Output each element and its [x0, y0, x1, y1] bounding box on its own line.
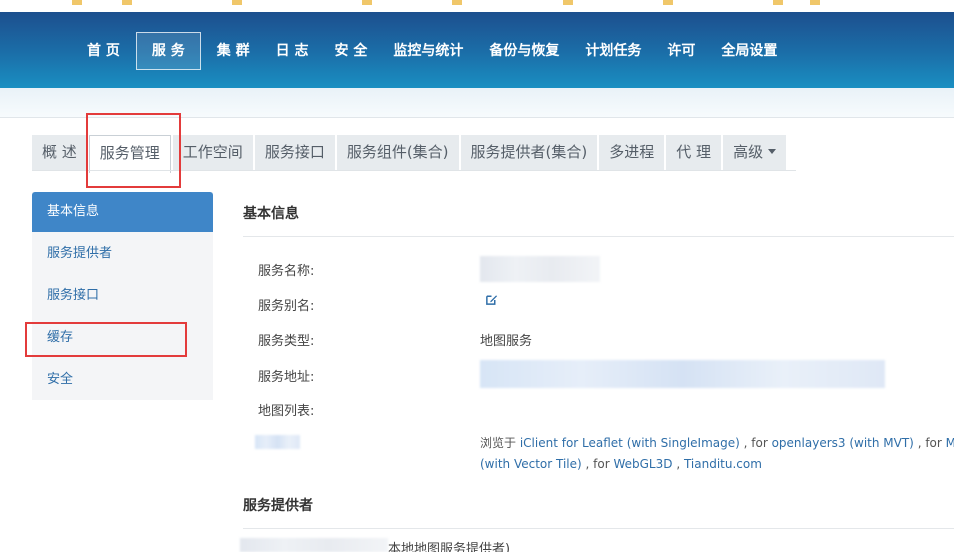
mapbox-link[interactable]: Mapb — [946, 436, 954, 450]
browse-separator: , for — [913, 436, 946, 450]
tab-service-components[interactable]: 服务组件(集合) — [336, 135, 459, 170]
nav-security[interactable]: 安 全 — [322, 32, 381, 70]
tab-service-management[interactable]: 服务管理 — [88, 135, 171, 173]
nav-logs[interactable]: 日 志 — [263, 32, 322, 70]
side-item-basic-info[interactable]: 基本信息 — [32, 192, 213, 232]
nav-services[interactable]: 服 务 — [135, 32, 201, 70]
tab-multi-process[interactable]: 多进程 — [599, 135, 665, 170]
service-address-label: 服务地址: — [258, 370, 315, 385]
service-address-value-redacted — [480, 360, 885, 388]
service-name-label: 服务名称: — [258, 264, 315, 279]
strip-mark — [122, 0, 132, 5]
tab-advanced[interactable]: 高级 — [723, 135, 787, 170]
tab-service-interface[interactable]: 服务接口 — [254, 135, 335, 170]
strip-mark — [563, 0, 573, 5]
nav-cluster[interactable]: 集 群 — [204, 32, 263, 70]
tab-workspace[interactable]: 工作空间 — [172, 135, 253, 170]
browse-prefix: 浏览于 — [480, 436, 520, 450]
leaflet-link[interactable]: iClient for Leaflet (with SingleImage) — [520, 436, 740, 450]
strip-mark — [72, 0, 82, 5]
browse-separator: , for — [581, 457, 614, 471]
strip-mark — [810, 0, 820, 5]
provider-name-redacted — [240, 538, 388, 552]
service-type-value: 地图服务 — [480, 334, 533, 349]
browse-links-line-2: (with Vector Tile) , for WebGL3D , Tiand… — [480, 454, 762, 475]
basic-info-panel: 基本信息 — [243, 192, 954, 237]
tab-overview[interactable]: 概 述 — [32, 135, 87, 170]
side-menu: 基本信息 服务提供者 服务接口 缓存 安全 — [32, 192, 213, 400]
side-item-providers[interactable]: 服务提供者 — [32, 234, 213, 276]
map-name-redacted — [255, 435, 300, 449]
tab-advanced-label: 高级 — [733, 143, 764, 161]
nav-license[interactable]: 许可 — [654, 32, 708, 70]
nav-scheduled-tasks[interactable]: 计划任务 — [572, 32, 654, 70]
breadcrumb-bar — [0, 88, 954, 118]
basic-info-title: 基本信息 — [243, 192, 954, 237]
map-list-label: 地图列表: — [258, 404, 315, 419]
tab-proxy[interactable]: 代 理 — [666, 135, 722, 170]
side-item-security[interactable]: 安全 — [32, 360, 213, 402]
vector-tile-link[interactable]: (with Vector Tile) — [480, 457, 582, 471]
main-nav: 首 页 服 务 集 群 日 志 安 全 监控与统计 备份与恢复 计划任务 许可 … — [74, 32, 790, 70]
nav-home[interactable]: 首 页 — [74, 32, 133, 70]
top-strip — [0, 0, 954, 12]
browse-links-line: 浏览于 iClient for Leaflet (with SingleImag… — [480, 433, 954, 454]
tianditu-link[interactable]: Tianditu.com — [684, 457, 762, 471]
edit-icon[interactable] — [485, 293, 498, 306]
side-item-interfaces[interactable]: 服务接口 — [32, 276, 213, 318]
nav-backup-restore[interactable]: 备份与恢复 — [476, 32, 572, 70]
strip-mark — [362, 0, 372, 5]
tab-divider — [32, 170, 796, 171]
top-header: 首 页 服 务 集 群 日 志 安 全 监控与统计 备份与恢复 计划任务 许可 … — [0, 12, 954, 88]
side-item-cache[interactable]: 缓存 — [32, 318, 213, 360]
strip-mark — [773, 0, 783, 5]
caret-down-icon — [768, 149, 777, 154]
strip-mark — [232, 0, 242, 5]
webgl3d-link[interactable]: WebGL3D — [613, 457, 672, 471]
provider-section-title: 服务提供者 — [243, 484, 954, 529]
browse-separator: , for — [739, 436, 772, 450]
service-alias-label: 服务别名: — [258, 299, 315, 314]
service-type-label: 服务类型: — [258, 334, 315, 349]
nav-monitoring[interactable]: 监控与统计 — [380, 32, 476, 70]
tab-service-providers[interactable]: 服务提供者(集合) — [460, 135, 598, 170]
service-name-value-redacted — [480, 256, 600, 282]
browse-separator: , — [672, 457, 684, 471]
nav-global-settings[interactable]: 全局设置 — [708, 32, 790, 70]
strip-mark — [663, 0, 673, 5]
service-tabs: 概 述 服务管理 工作空间 服务接口 服务组件(集合) 服务提供者(集合) 多进… — [32, 135, 788, 173]
provider-row-text: 本地地图服务提供者) — [388, 542, 511, 552]
openlayers-link[interactable]: openlayers3 (with MVT) — [772, 436, 914, 450]
strip-mark — [452, 0, 462, 5]
